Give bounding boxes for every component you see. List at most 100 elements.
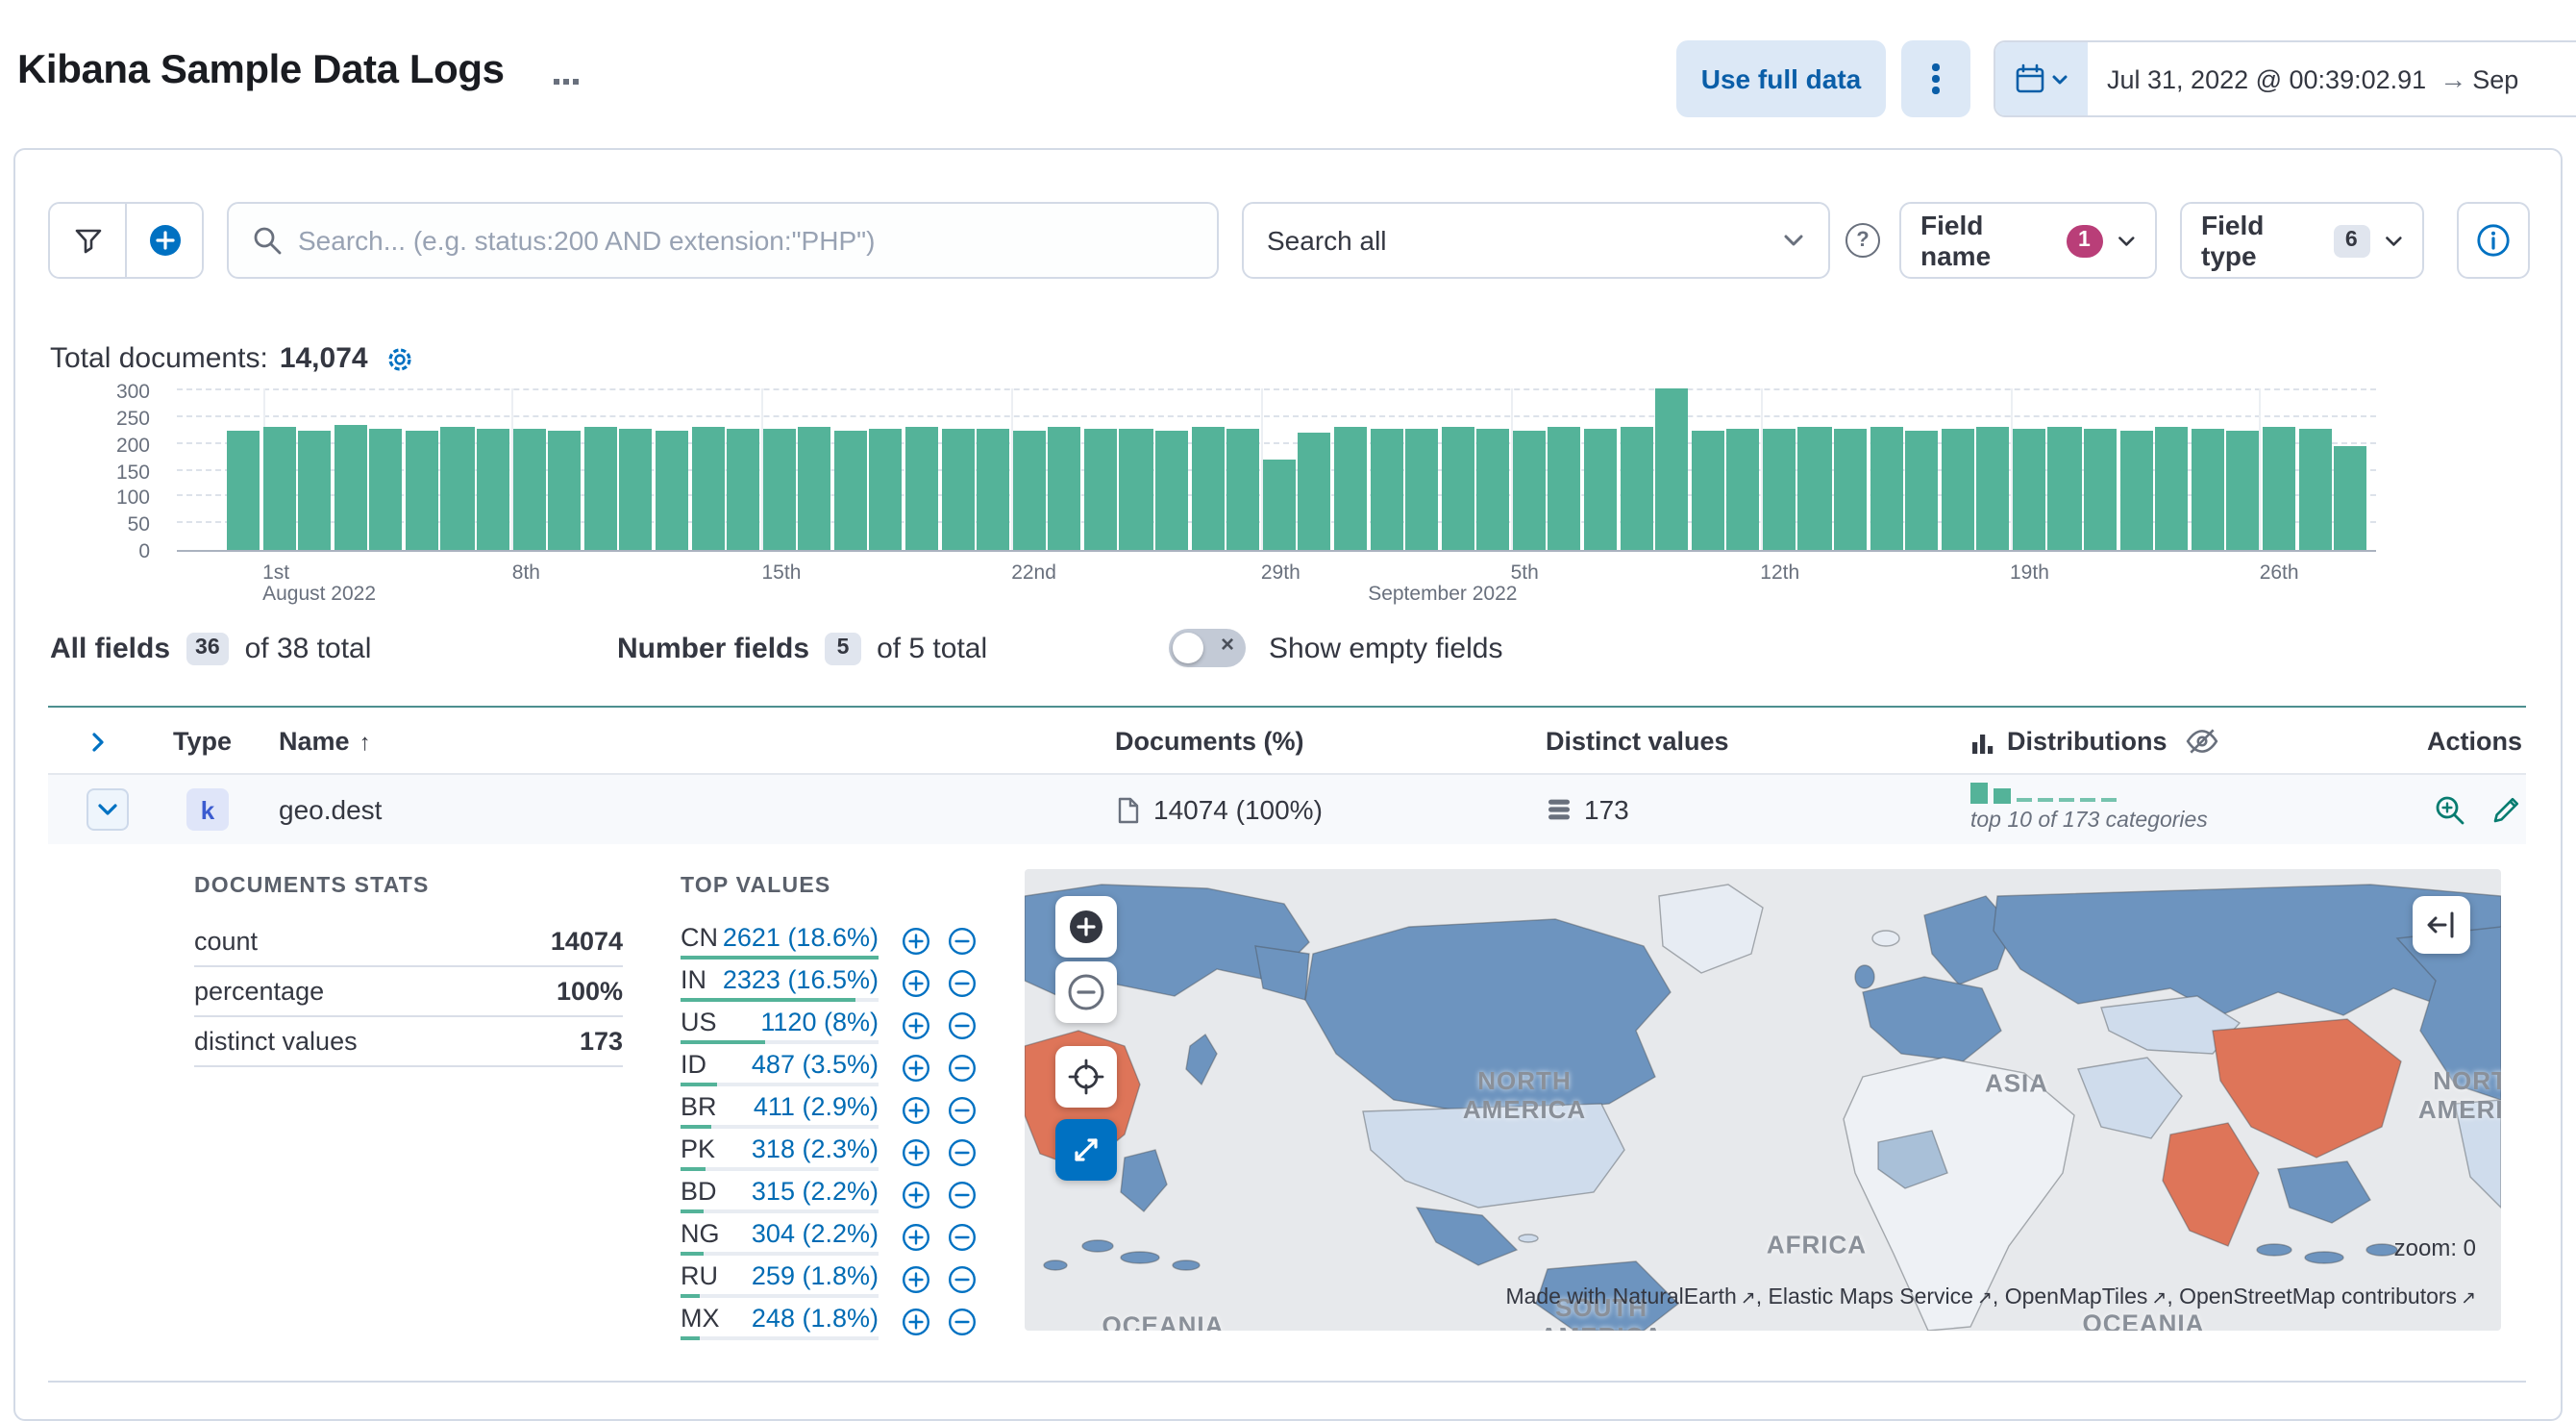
map-zoom-out-button[interactable] [1055, 961, 1117, 1023]
histogram-bar[interactable] [548, 431, 582, 550]
column-header-documents[interactable]: Documents (%) [1115, 708, 1304, 775]
histogram-bar[interactable] [798, 427, 831, 550]
histogram-bar[interactable] [904, 426, 939, 550]
info-button[interactable] [2457, 202, 2530, 279]
histogram-bar[interactable] [2191, 428, 2224, 550]
field-type-filter-dropdown[interactable]: Field type 6 [2180, 202, 2424, 279]
histogram-bar[interactable] [1976, 427, 2010, 550]
histogram-bar[interactable] [1048, 427, 1081, 550]
histogram-bar[interactable] [2262, 427, 2296, 550]
filter-out-value-button[interactable] [948, 1223, 977, 1252]
filter-out-value-button[interactable] [948, 1138, 977, 1167]
histogram-bar[interactable] [1512, 430, 1546, 550]
histogram-bar[interactable] [691, 426, 725, 550]
histogram-bar[interactable] [1905, 430, 1939, 550]
histogram-bar[interactable] [1691, 431, 1724, 550]
map-attribution-link[interactable]: OpenStreetMap contributors ↗ [2179, 1286, 2476, 1309]
histogram-bar[interactable] [619, 429, 653, 550]
filter-for-value-button[interactable] [902, 927, 930, 956]
filter-out-value-button[interactable] [948, 927, 977, 956]
histogram-bar[interactable] [727, 428, 760, 550]
column-header-type[interactable]: Type [173, 708, 232, 775]
histogram-bar[interactable] [1262, 459, 1296, 550]
histogram-bar[interactable] [655, 430, 689, 550]
filter-out-value-button[interactable] [948, 1096, 977, 1125]
filter-out-value-button[interactable] [948, 1265, 977, 1294]
histogram-bar[interactable] [1405, 428, 1439, 550]
date-range-picker[interactable]: Jul 31, 2022 @ 00:39:02.91 → Sep [1994, 40, 2576, 117]
explore-values-button[interactable] [2434, 793, 2466, 826]
quick-select-date-button[interactable] [1995, 42, 2088, 115]
map-attribution-link[interactable]: OpenMapTiles ↗ [2005, 1286, 2167, 1309]
histogram-bar[interactable] [227, 430, 260, 550]
column-header-name[interactable]: Name ↑ [279, 708, 371, 775]
choropleth-map[interactable]: NORTH AMERICAASIAAFRICANORTH AMERICASOUT… [1025, 869, 2501, 1331]
filter-for-value-button[interactable] [902, 969, 930, 998]
histogram-bar[interactable] [2298, 428, 2332, 550]
histogram-bar[interactable] [1870, 426, 1903, 550]
histogram-bar[interactable] [941, 429, 975, 550]
histogram-bar[interactable] [1191, 427, 1225, 550]
histogram-bar[interactable] [262, 426, 296, 550]
histogram-bar[interactable] [1583, 429, 1618, 550]
histogram-bar[interactable] [1834, 428, 1868, 550]
show-empty-fields-toggle[interactable]: × [1169, 629, 1246, 667]
filter-for-value-button[interactable] [902, 1011, 930, 1040]
histogram-bar[interactable] [2012, 429, 2045, 550]
histogram-bar[interactable] [1083, 429, 1117, 550]
column-header-distinct-values[interactable]: Distinct values [1546, 708, 1729, 775]
map-legend-collapse-button[interactable] [2413, 896, 2470, 954]
map-attribution-link[interactable]: Made with NaturalEarth ↗ [1505, 1286, 1755, 1309]
histogram-bar[interactable] [477, 429, 510, 550]
histogram-bar[interactable] [833, 431, 867, 550]
expand-all-button[interactable] [87, 708, 110, 775]
hide-distributions-button[interactable] [2186, 708, 2218, 775]
help-icon[interactable]: ? [1845, 223, 1880, 258]
search-input[interactable] [298, 225, 1194, 256]
histogram-bar[interactable] [2334, 446, 2367, 550]
histogram-bar[interactable] [583, 427, 617, 550]
histogram-bar[interactable] [1548, 427, 1581, 550]
field-name-filter-dropdown[interactable]: Field name 1 [1899, 202, 2157, 279]
histogram-bar[interactable] [405, 431, 438, 550]
filter-for-value-button[interactable] [902, 1054, 930, 1083]
date-range-start[interactable]: Jul 31, 2022 @ 00:39:02.91 [2088, 64, 2434, 93]
histogram-bar[interactable] [1298, 432, 1331, 550]
histogram-bar[interactable] [1155, 430, 1189, 550]
documents-histogram[interactable]: 1st 8th 15th 22nd 29th 5th 12th 19th 26th August … [177, 387, 2376, 606]
histogram-bar[interactable] [1797, 427, 1832, 550]
filter-out-value-button[interactable] [948, 1054, 977, 1083]
map-fit-data-button[interactable] [1055, 1046, 1117, 1108]
filter-out-value-button[interactable] [948, 969, 977, 998]
use-full-data-button[interactable]: Use full data [1676, 40, 1886, 117]
histogram-bar[interactable] [298, 431, 332, 550]
add-filter-button[interactable] [125, 204, 202, 277]
page-options-icon[interactable] [554, 79, 579, 85]
histogram-bar[interactable] [2047, 427, 2082, 550]
field-row-geo-dest[interactable]: k geo.dest 14074 (100%) 173 top 10 of 17… [48, 775, 2526, 844]
histogram-bar[interactable] [334, 424, 367, 550]
histogram-bar[interactable] [1119, 428, 1153, 550]
toolbar-overflow-button[interactable] [1901, 40, 1970, 117]
histogram-bar[interactable] [1441, 426, 1474, 550]
edit-field-button[interactable] [2491, 794, 2522, 825]
histogram-bar[interactable] [1370, 429, 1403, 550]
search-scope-select[interactable]: Search all [1242, 202, 1830, 279]
histogram-bar[interactable] [2084, 429, 2118, 550]
histogram-bar[interactable] [977, 428, 1010, 550]
histogram-bar[interactable] [869, 428, 903, 550]
histogram-bar[interactable] [2155, 427, 2189, 550]
histogram-bar[interactable] [1012, 431, 1046, 550]
histogram-bar[interactable] [1941, 428, 1974, 550]
filter-for-value-button[interactable] [902, 1308, 930, 1336]
histogram-bar[interactable] [2226, 430, 2260, 550]
histogram-bar[interactable] [1620, 427, 1653, 550]
histogram-bar[interactable] [440, 427, 475, 550]
map-zoom-in-button[interactable] [1055, 896, 1117, 958]
filter-for-value-button[interactable] [902, 1223, 930, 1252]
filter-out-value-button[interactable] [948, 1308, 977, 1336]
filter-out-value-button[interactable] [948, 1011, 977, 1040]
filter-for-value-button[interactable] [902, 1265, 930, 1294]
filter-out-value-button[interactable] [948, 1181, 977, 1209]
filter-for-value-button[interactable] [902, 1138, 930, 1167]
